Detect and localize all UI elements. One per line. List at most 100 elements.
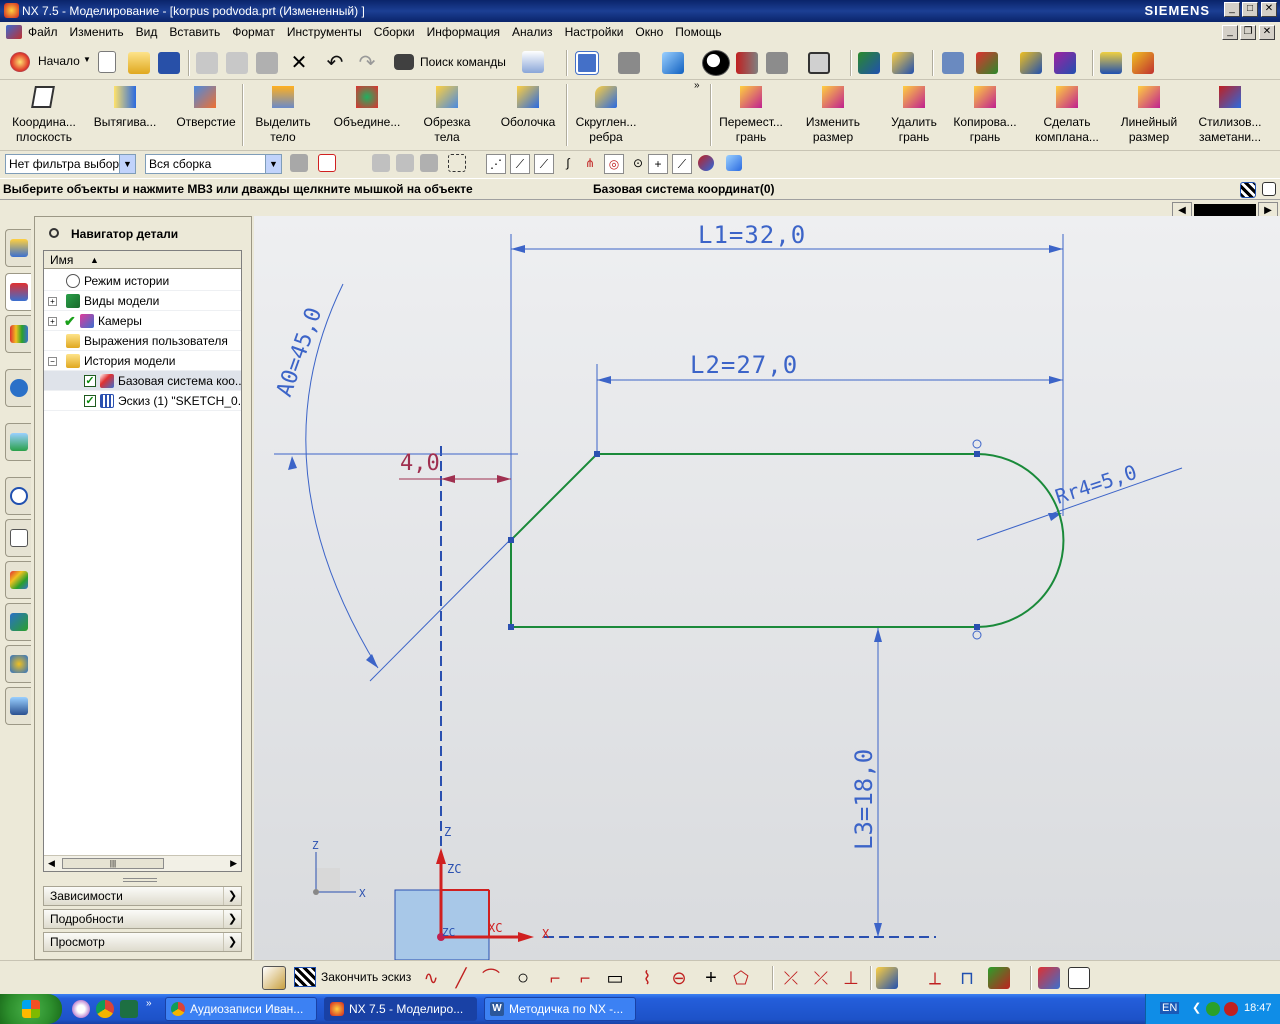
horizontal-scrollbar[interactable]: ◀ ||| ▶ xyxy=(44,855,241,871)
quick-trim-icon[interactable]: ⤫ xyxy=(780,967,802,989)
snap-quadrant-button[interactable]: ⊙ xyxy=(628,154,648,174)
pin-icon[interactable] xyxy=(49,228,59,238)
make-corner-icon[interactable]: ⊥ xyxy=(840,967,862,989)
render-style-icon[interactable] xyxy=(618,52,640,74)
dimension-a0[interactable]: A0=45,0 xyxy=(272,304,327,400)
menu-information[interactable]: Информация xyxy=(427,25,500,39)
snap-intersection-button[interactable]: ⋔ xyxy=(580,154,600,174)
roles-tab[interactable] xyxy=(5,645,31,683)
make-coplanar-button[interactable]: Сделать компланa... xyxy=(1030,82,1104,148)
snap-center-button[interactable]: ◎ xyxy=(604,154,624,174)
vertex-point[interactable] xyxy=(594,451,600,457)
snap-curve-button[interactable]: ∫ xyxy=(558,154,578,174)
datum-plane-button[interactable]: Координа... плоскость xyxy=(6,82,82,148)
extrude-button[interactable]: Вытягива... xyxy=(88,82,162,148)
visualization-tab[interactable] xyxy=(5,561,31,599)
doc-minimize-button[interactable]: _ xyxy=(1222,25,1238,40)
scroll-right-arrow[interactable]: ▶ xyxy=(230,858,237,869)
extract-body-button[interactable]: Выделить тело xyxy=(248,82,318,148)
inferred-constraints-icon[interactable] xyxy=(1068,967,1090,989)
dimension-l2[interactable]: L2=27,0 xyxy=(690,351,798,379)
redo-icon[interactable]: ↷ xyxy=(356,52,378,74)
splitter-handle[interactable] xyxy=(123,878,157,882)
maximize-button[interactable]: □ xyxy=(1242,2,1258,17)
toolbar-overflow-icon[interactable]: » xyxy=(694,80,700,91)
move-object-icon[interactable] xyxy=(858,52,880,74)
move-face-button[interactable]: Перемест... грань xyxy=(716,82,786,148)
delete-face-button[interactable]: Удалить грань xyxy=(882,82,946,148)
system-scenes-tab[interactable] xyxy=(5,687,31,725)
snap-online-button[interactable]: ⟋ xyxy=(534,154,554,174)
nx-menu-icon[interactable] xyxy=(6,25,22,39)
fillet-icon[interactable]: ⌐ xyxy=(544,967,566,989)
task-audio[interactable]: Аудиозаписи Иван... xyxy=(165,997,317,1021)
snap-view-icon[interactable] xyxy=(1054,52,1076,74)
finish-sketch-button[interactable]: Закончить эскиз xyxy=(292,965,412,991)
tree-row-sketch[interactable]: ✓ Эскиз (1) "SKETCH_0... xyxy=(44,391,241,411)
expand-icon[interactable]: + xyxy=(48,297,57,306)
doc-close-button[interactable]: ✕ xyxy=(1259,25,1275,40)
menu-tools[interactable]: Инструменты xyxy=(287,25,362,39)
menu-help[interactable]: Помощь xyxy=(675,25,721,39)
point-icon[interactable]: + xyxy=(700,967,722,989)
select-edges-icon[interactable] xyxy=(396,154,414,172)
fit-view-icon[interactable] xyxy=(575,51,599,75)
details-panel[interactable]: Подробности ❯ xyxy=(43,909,242,929)
tree-row-user-expressions[interactable]: Выражения пользователя xyxy=(44,331,241,351)
vertex-point[interactable] xyxy=(508,537,514,543)
snap-midpoint-button[interactable]: ⟋ xyxy=(510,154,530,174)
profile-icon[interactable]: ∿ xyxy=(420,967,442,989)
menu-insert[interactable]: Вставить xyxy=(169,25,220,39)
full-screen-icon[interactable] xyxy=(1262,182,1276,196)
unite-button[interactable]: Объедине... xyxy=(330,82,404,148)
select-bodies-icon[interactable] xyxy=(420,154,438,172)
undo-icon[interactable]: ↶ xyxy=(324,52,346,74)
vertex-point[interactable] xyxy=(974,451,980,457)
selection-scope-select[interactable]: Вся сборка ▼ xyxy=(145,154,282,174)
sketch-settings-icon[interactable] xyxy=(1038,967,1060,989)
polygon-icon[interactable]: ⌇ xyxy=(636,967,658,989)
hole-button[interactable]: Отверстие xyxy=(172,82,240,148)
language-indicator[interactable]: EN xyxy=(1160,1002,1180,1014)
shell-button[interactable]: Оболочка xyxy=(494,82,562,148)
show-constraints-icon[interactable]: ⊓ xyxy=(956,967,978,989)
delete-icon[interactable]: ✕ xyxy=(288,52,310,74)
assembly-navigator-tab[interactable] xyxy=(5,229,31,267)
dimension-l3[interactable]: L3=18,0 xyxy=(850,749,878,850)
quicklaunch-chrome-icon[interactable] xyxy=(96,1000,114,1018)
scroll-thumb[interactable]: ||| xyxy=(62,858,164,869)
sketch-name-icon[interactable] xyxy=(262,966,286,990)
quicklaunch-excel-icon[interactable] xyxy=(120,1000,138,1018)
finish-flag-icon[interactable] xyxy=(1240,182,1256,198)
preview-panel[interactable]: Просмотр ❯ xyxy=(43,932,242,952)
process-studio-tab[interactable] xyxy=(5,603,31,641)
open-folder-icon[interactable] xyxy=(128,52,150,74)
windows-start-button[interactable] xyxy=(0,994,62,1024)
close-button[interactable]: ✕ xyxy=(1261,2,1277,17)
shaded-faces-icon[interactable] xyxy=(766,52,788,74)
snap-point-button[interactable]: + xyxy=(648,154,668,174)
task-word[interactable]: W Методичка по NX -... xyxy=(484,997,636,1021)
rectangle-icon[interactable]: ▭ xyxy=(604,967,626,989)
selection-icon[interactable] xyxy=(522,51,544,73)
vertex-point[interactable] xyxy=(974,624,980,630)
linear-dimension-button[interactable]: Линейный размер xyxy=(1114,82,1184,148)
rectangle-select-icon[interactable] xyxy=(448,154,466,172)
new-file-icon[interactable] xyxy=(98,51,116,73)
hd3d-tab[interactable] xyxy=(5,369,31,407)
collapse-icon[interactable]: − xyxy=(48,357,57,366)
menu-preferences[interactable]: Настройки xyxy=(565,25,624,39)
chamfer-icon[interactable]: ⌐ xyxy=(574,967,596,989)
wcs-icon[interactable] xyxy=(892,52,914,74)
visibility-checkbox[interactable]: ✓ xyxy=(84,395,96,407)
quick-extend-icon[interactable]: ⤫ xyxy=(810,967,832,989)
auto-dimension-icon[interactable] xyxy=(876,967,898,989)
snap-point-icon[interactable] xyxy=(318,154,336,172)
snap-bound-icon[interactable] xyxy=(698,155,714,171)
dimension-offset[interactable]: 4,0 xyxy=(400,451,440,476)
tree-row-model-history[interactable]: − История модели xyxy=(44,351,241,371)
auto-constrain-icon[interactable] xyxy=(988,967,1010,989)
dimension-radius[interactable]: Rr4=5,0 xyxy=(1052,460,1140,509)
expand-icon[interactable]: + xyxy=(48,317,57,326)
menu-edit[interactable]: Изменить xyxy=(70,25,124,39)
